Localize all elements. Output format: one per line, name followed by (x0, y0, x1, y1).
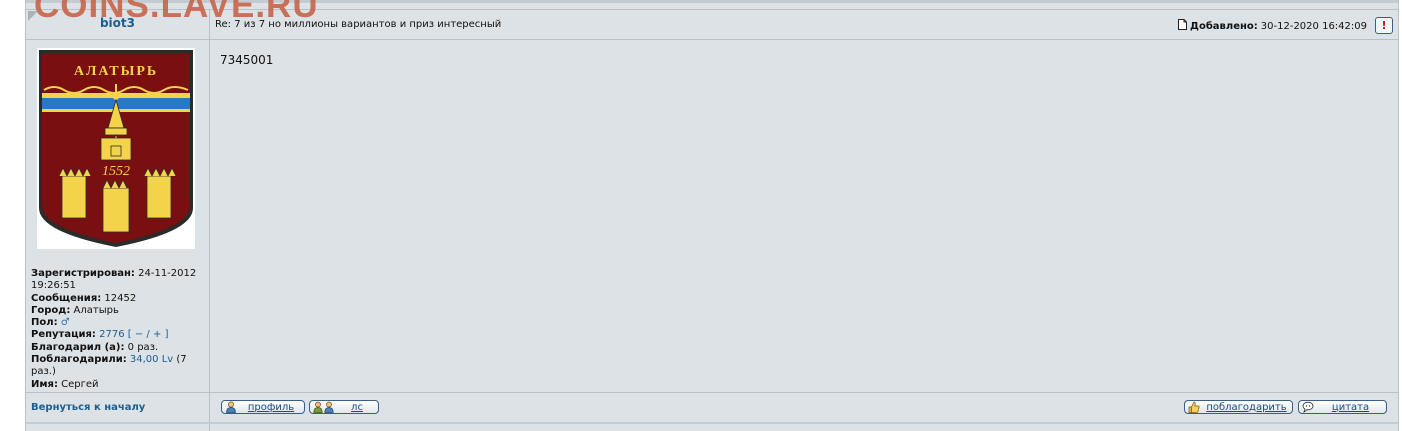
reputation-label: Репутация: (31, 329, 96, 341)
thanked-value: 0 раз. (127, 341, 159, 353)
thanked-row: Благодарил (а): 0 раз. (31, 342, 207, 354)
user-icon (225, 401, 237, 413)
avatar-title: АЛАТЫРЬ (74, 64, 158, 79)
city-label: Город: (31, 304, 71, 316)
messages-row: Сообщения: 12452 (31, 293, 207, 305)
name-row: Имя: Сергей (31, 379, 207, 391)
thumbs-up-icon (1188, 401, 1200, 413)
column-divider (209, 10, 210, 431)
profile-button[interactable]: профиль (221, 400, 305, 414)
registered-row: Зарегистрирован: 24-11-2012 19:26:51 (31, 268, 207, 293)
name-label: Имя: (31, 378, 58, 390)
post-container: biot3 Re: 7 из 7 но миллионы вариантов и… (25, 0, 1399, 431)
was-thanked-label: Поблагодарили: (31, 354, 127, 366)
post-body: 7345001 (220, 53, 274, 67)
post-header-divider (26, 39, 1398, 40)
name-value: Сергей (61, 378, 99, 390)
quote-button-label: цитата (1331, 401, 1370, 413)
reputation-value[interactable]: 2776 (99, 329, 124, 340)
avatar: АЛАТЫРЬ 1552 (37, 48, 195, 249)
reputation-row: Репутация: 2776 [ − / + ] (31, 329, 207, 341)
users-icon (313, 401, 335, 413)
reputation-bracket: ] (164, 329, 169, 341)
city-value: Алатырь (73, 304, 119, 316)
avatar-year: 1552 (102, 164, 130, 179)
bottom-divider (26, 422, 1398, 424)
thank-button-label: поблагодарить (1206, 401, 1287, 413)
pm-button[interactable]: лс (309, 400, 379, 414)
gender-row: Пол: ♂ (31, 317, 207, 329)
pm-button-label: лс (351, 401, 363, 413)
profile-button-label: профиль (247, 401, 295, 413)
coat-of-arms-icon: АЛАТЫРЬ 1552 (39, 50, 193, 247)
reputation-minus-button[interactable]: − (135, 329, 143, 340)
gender-label: Пол: (31, 317, 58, 329)
document-icon (1178, 19, 1188, 33)
reputation-plus-button[interactable]: + (153, 329, 161, 340)
user-info: Зарегистрирован: 24-11-2012 19:26:51 Соо… (31, 268, 207, 391)
post-date-value: 30-12-2020 16:42:09 (1260, 20, 1367, 32)
messages-value: 12452 (104, 292, 137, 304)
was-thanked-value[interactable]: 34,00 Lv (130, 354, 173, 365)
thanked-label: Благодарил (а): (31, 341, 125, 353)
quote-button[interactable]: цитата (1298, 400, 1387, 414)
city-row: Город: Алатырь (31, 305, 207, 317)
report-button[interactable]: ! (1375, 17, 1393, 34)
reputation-bracket: [ (127, 329, 132, 341)
site-watermark: COINS.LAVE.RU (34, 0, 319, 25)
speech-bubble-icon (1302, 401, 1314, 414)
back-to-top-link[interactable]: Вернуться к началу (31, 402, 145, 413)
was-thanked-row: Поблагодарили: 34,00 Lv (7 раз.) (31, 354, 207, 379)
male-icon: ♂ (60, 317, 70, 329)
footer-divider (26, 392, 1398, 393)
registered-label: Зарегистрирован: (31, 268, 135, 279)
reputation-separator: / (146, 329, 150, 341)
post-date: Добавлено: 30-12-2020 16:42:09 (1178, 19, 1367, 33)
thank-button[interactable]: поблагодарить (1184, 400, 1293, 414)
messages-label: Сообщения: (31, 292, 102, 304)
post-date-label: Добавлено: (1190, 20, 1258, 32)
